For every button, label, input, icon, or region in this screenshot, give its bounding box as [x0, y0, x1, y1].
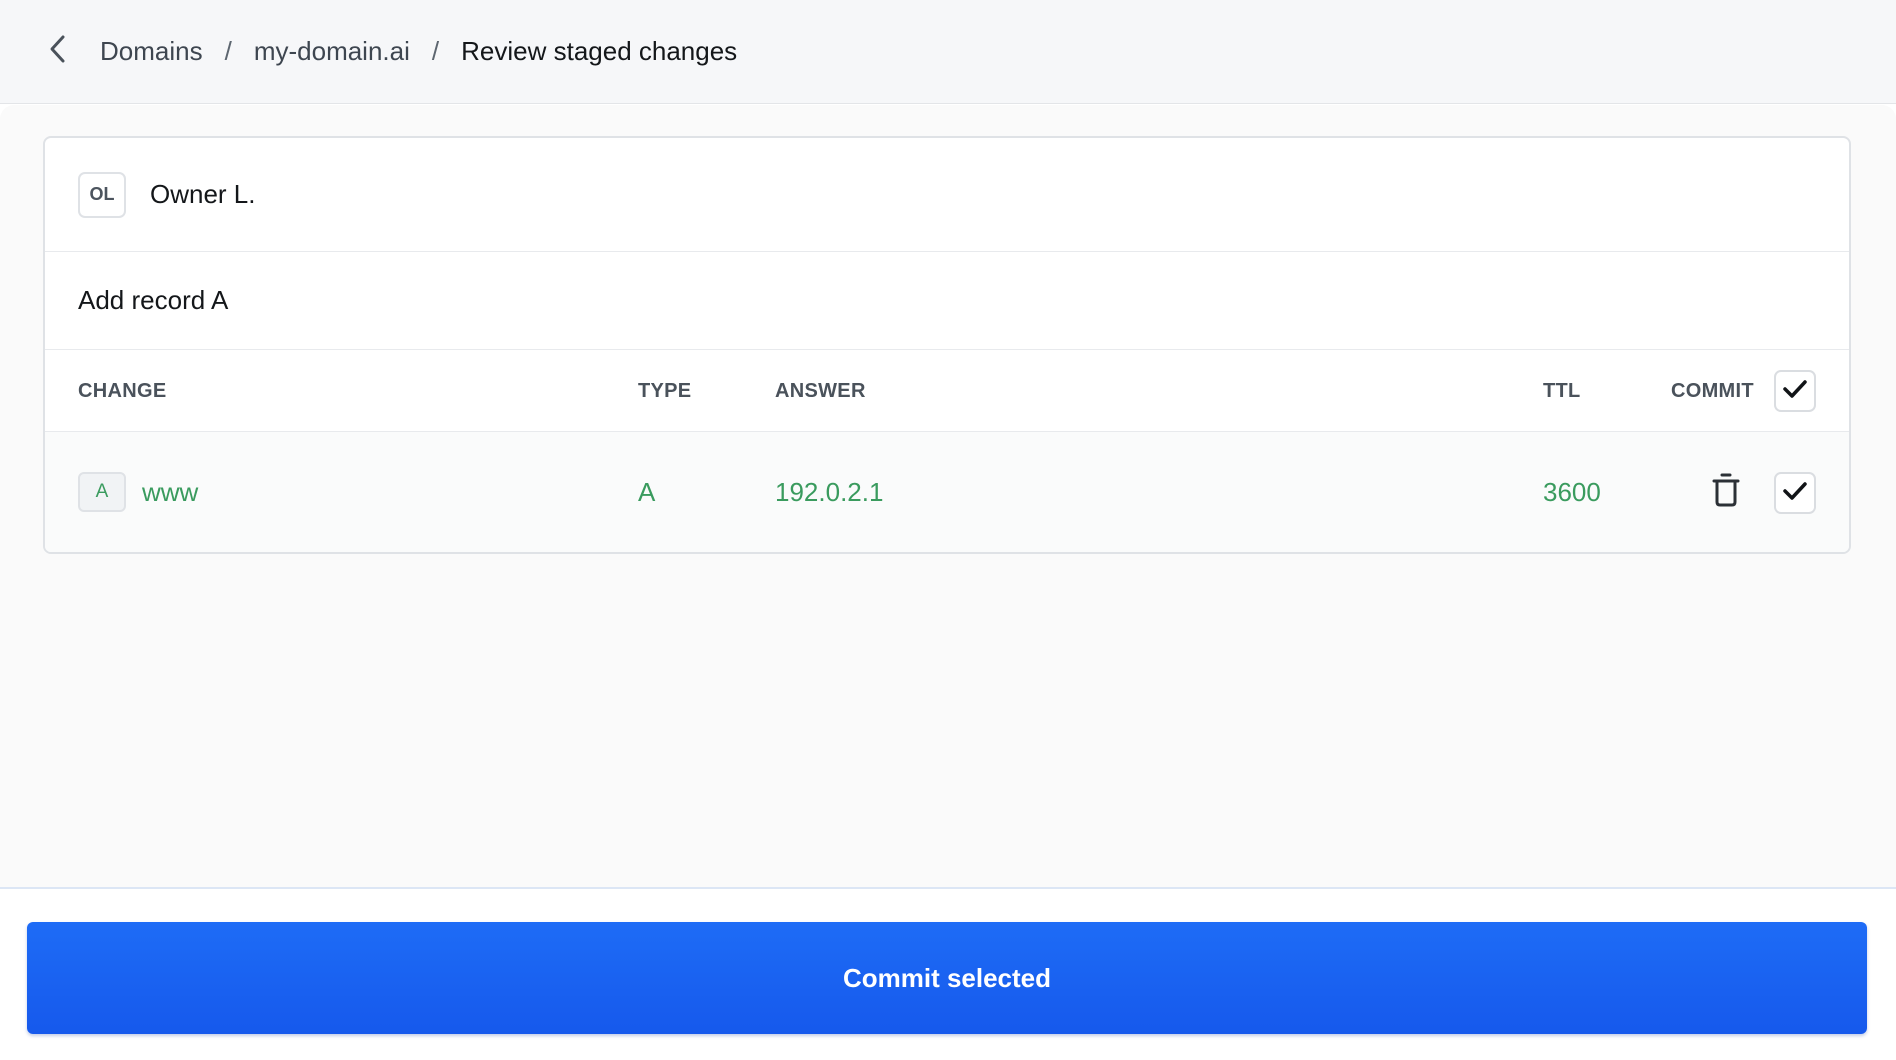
main-content: OL Owner L. Add record A CHANGE TYPE ANS…	[0, 105, 1896, 887]
record-type-badge: A	[78, 472, 126, 512]
record-name: www	[142, 476, 199, 507]
record-type: A	[638, 476, 656, 507]
owner-name: Owner L.	[150, 179, 256, 209]
checkmark-icon	[1782, 480, 1808, 507]
record-answer: 192.0.2.1	[775, 476, 884, 507]
row-commit-checkbox[interactable]	[1774, 472, 1816, 514]
change-title: Add record A	[45, 252, 1849, 350]
select-all-checkbox[interactable]	[1774, 370, 1816, 412]
column-header-type: TYPE	[638, 379, 692, 402]
column-header-ttl: TTL	[1543, 379, 1581, 402]
breadcrumb-current-page: Review staged changes	[461, 36, 738, 66]
breadcrumb-domains[interactable]: Domains	[100, 36, 203, 67]
change-cell: A www	[78, 432, 198, 552]
table-row: A www A 192.0.2.1 3600	[45, 432, 1849, 552]
staged-change-card: OL Owner L. Add record A CHANGE TYPE ANS…	[43, 136, 1851, 554]
commit-selected-button[interactable]: Commit selected	[27, 922, 1867, 1034]
breadcrumb-separator: /	[224, 36, 232, 66]
breadcrumb-domain[interactable]: my-domain.ai	[254, 36, 410, 67]
owner-row: OL Owner L.	[45, 138, 1849, 252]
breadcrumb: Domains / my-domain.ai / Review staged c…	[100, 36, 737, 67]
avatar: OL	[78, 171, 126, 218]
column-header-change: CHANGE	[78, 379, 167, 402]
checkmark-icon	[1782, 378, 1808, 405]
column-header-answer: ANSWER	[775, 379, 866, 402]
footer-bar: Commit selected	[0, 887, 1896, 1060]
breadcrumb-separator: /	[431, 36, 440, 66]
table-header: CHANGE TYPE ANSWER TTL COMMIT	[45, 350, 1849, 432]
chevron-left-icon	[48, 34, 68, 69]
back-button[interactable]	[44, 35, 72, 66]
record-ttl: 3600	[1543, 476, 1601, 507]
delete-change-button[interactable]	[1710, 472, 1742, 513]
trash-icon	[1711, 472, 1741, 513]
column-header-commit: COMMIT	[1671, 379, 1754, 402]
top-bar: Domains / my-domain.ai / Review staged c…	[0, 0, 1896, 104]
